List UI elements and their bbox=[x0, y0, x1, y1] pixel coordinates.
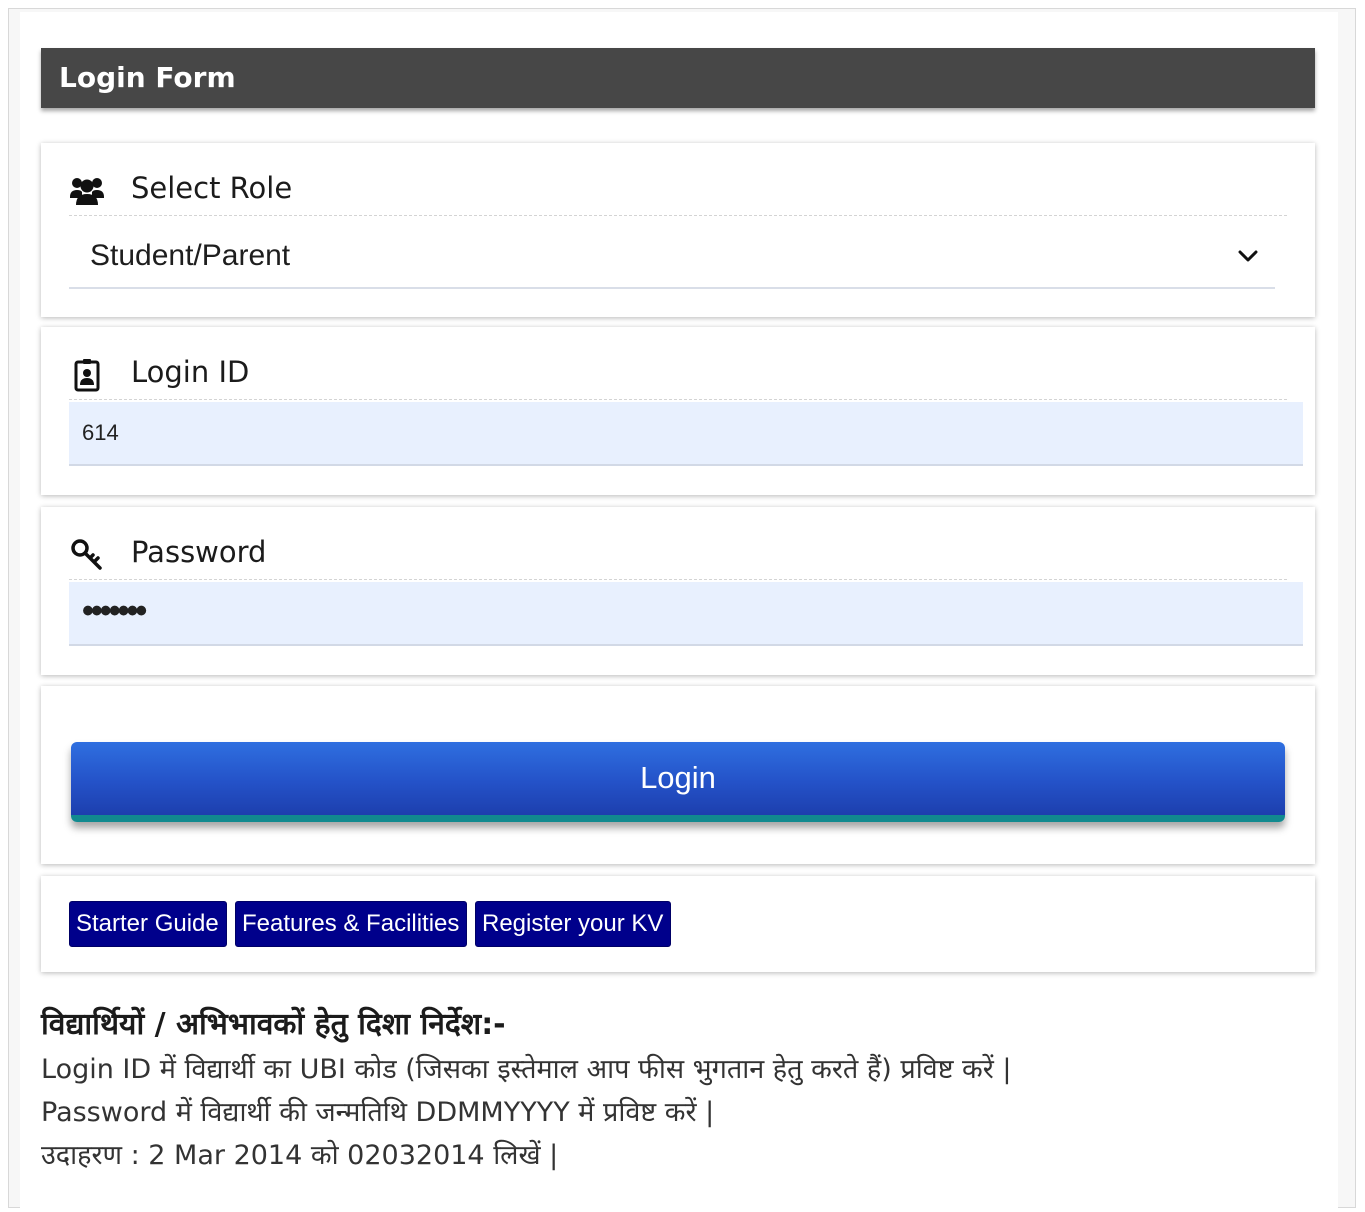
login-id-card: Login ID 614 bbox=[41, 327, 1315, 495]
instruction-line-login-id: Login ID में विद्यार्थी का UBI कोड (जिसक… bbox=[41, 1054, 1012, 1085]
register-kv-button[interactable]: Register your KV bbox=[475, 901, 671, 947]
chevron-down-icon bbox=[1237, 247, 1259, 265]
login-id-value: 614 bbox=[82, 420, 119, 445]
instruction-line-password: Password में विद्यार्थी की जन्मतिथि DDMM… bbox=[41, 1097, 715, 1128]
links-card: Starter Guide Features & Facilities Regi… bbox=[41, 876, 1315, 972]
users-icon bbox=[69, 173, 105, 209]
role-label-row: Select Role bbox=[69, 165, 1287, 216]
role-label: Select Role bbox=[131, 171, 293, 205]
form-header: Login Form bbox=[41, 48, 1315, 108]
form-title: Login Form bbox=[59, 61, 236, 94]
login-id-input[interactable]: 614 bbox=[69, 402, 1303, 466]
role-card: Select Role Student/Parent bbox=[41, 143, 1315, 317]
login-button-card: Login bbox=[41, 686, 1315, 864]
login-button[interactable]: Login bbox=[71, 742, 1285, 822]
login-id-label: Login ID bbox=[131, 355, 250, 389]
password-input[interactable]: ••••••• bbox=[69, 582, 1303, 646]
starter-guide-button[interactable]: Starter Guide bbox=[69, 901, 227, 947]
features-facilities-button[interactable]: Features & Facilities bbox=[235, 901, 467, 947]
login-id-label-row: Login ID bbox=[69, 349, 1287, 400]
password-value: ••••••• bbox=[82, 592, 147, 630]
instructions-heading: विद्यार्थियों / अभिभावकों हेतु दिशा निर्… bbox=[41, 1007, 506, 1042]
key-icon bbox=[69, 537, 105, 573]
password-label-row: Password bbox=[69, 529, 1287, 580]
instruction-line-example: उदाहरण : 2 Mar 2014 को 02032014 लिखें | bbox=[41, 1140, 559, 1171]
password-card: Password ••••••• bbox=[41, 507, 1315, 675]
role-select[interactable]: Student/Parent bbox=[69, 225, 1275, 289]
instructions-section: विद्यार्थियों / अभिभावकों हेतु दिशा निर्… bbox=[41, 1002, 1315, 1177]
password-label: Password bbox=[131, 535, 267, 569]
id-badge-icon bbox=[69, 357, 105, 393]
role-select-value: Student/Parent bbox=[90, 239, 291, 272]
